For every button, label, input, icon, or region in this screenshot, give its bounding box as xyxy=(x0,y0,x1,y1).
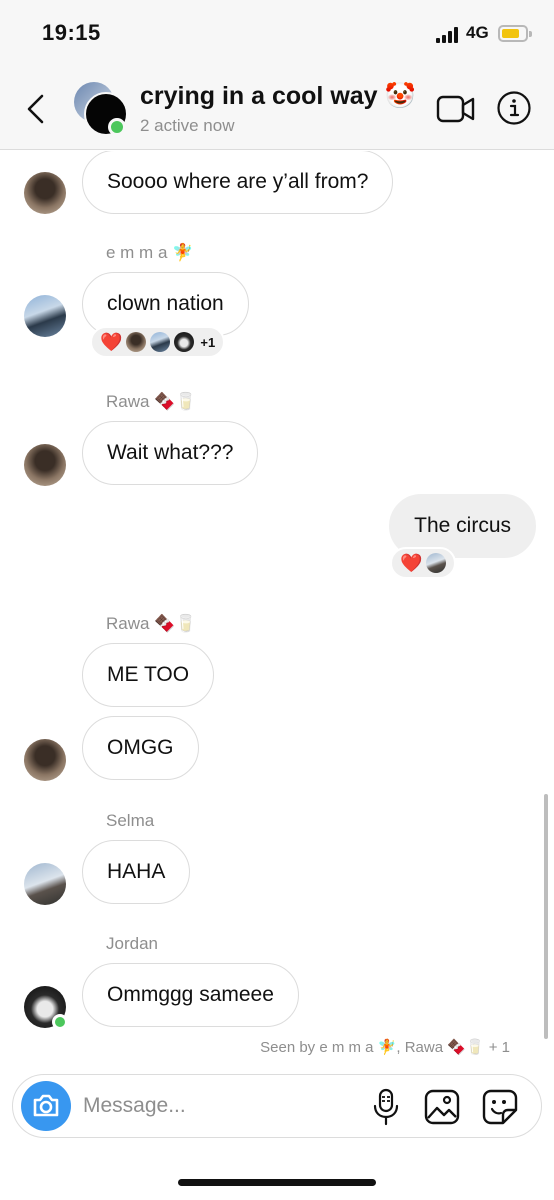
message-bubble[interactable]: Ommggg sameee xyxy=(82,963,299,1027)
info-button[interactable] xyxy=(496,90,532,126)
avatar[interactable] xyxy=(24,172,66,214)
gallery-icon xyxy=(424,1089,460,1125)
online-indicator xyxy=(52,1014,68,1030)
status-time: 19:15 xyxy=(42,20,101,45)
gallery-button[interactable] xyxy=(423,1088,461,1126)
reaction-count: +1 xyxy=(200,334,216,350)
sender-name: Jordan xyxy=(106,934,158,953)
status-bar: 19:15 4G xyxy=(0,0,554,70)
message-input[interactable] xyxy=(83,1089,353,1123)
info-icon xyxy=(497,91,531,125)
message-bubble[interactable]: ME TOO xyxy=(82,643,215,707)
video-call-icon xyxy=(436,95,475,123)
avatar xyxy=(174,332,195,352)
heart-reaction-icon: ❤️ xyxy=(100,332,123,352)
sender-name: Selma xyxy=(106,811,155,830)
online-indicator xyxy=(108,118,126,136)
microphone-button[interactable] xyxy=(371,1088,401,1126)
message-list[interactable]: Soooo where are y’all from? e m m a 🧚 cl… xyxy=(0,151,554,1060)
avatar[interactable] xyxy=(24,444,66,486)
avatar[interactable] xyxy=(24,863,66,905)
avatar xyxy=(126,332,147,352)
avatar xyxy=(426,553,447,573)
chat-header: crying in a cool way 🤡 2 active now xyxy=(0,70,554,150)
scrollbar[interactable] xyxy=(544,794,548,1039)
cellular-signal-icon xyxy=(436,27,458,43)
sender-name: e m m a 🧚 xyxy=(106,243,194,262)
network-type: 4G xyxy=(466,23,489,42)
seen-by-receipt: Seen by e m m a 🧚, Rawa 🍫🥛 + 1 xyxy=(260,1039,510,1056)
sticker-icon xyxy=(482,1089,518,1125)
chat-title[interactable]: crying in a cool way 🤡 xyxy=(140,82,416,111)
message-composer xyxy=(12,1074,542,1138)
avatar[interactable] xyxy=(24,739,66,781)
microphone-icon xyxy=(373,1088,399,1126)
reactions-pill[interactable]: ❤️ +1 xyxy=(90,326,226,358)
message-bubble[interactable]: HAHA xyxy=(82,840,191,904)
camera-icon xyxy=(33,1094,59,1117)
back-button[interactable] xyxy=(22,92,52,126)
group-avatar[interactable] xyxy=(74,82,130,138)
message-bubble[interactable]: Soooo where are y’all from? xyxy=(82,151,394,214)
video-call-button[interactable] xyxy=(436,92,476,126)
heart-reaction-icon: ❤️ xyxy=(400,553,423,573)
message-bubble[interactable]: OMGG xyxy=(82,716,199,780)
back-arrow-icon xyxy=(27,94,44,124)
message-bubble[interactable]: Wait what??? xyxy=(82,421,259,485)
sender-name: Rawa 🍫🥛 xyxy=(106,614,197,633)
battery-icon xyxy=(498,25,532,42)
reactions-pill[interactable]: ❤️ xyxy=(390,547,457,579)
avatar[interactable] xyxy=(24,986,68,1030)
camera-button[interactable] xyxy=(21,1081,71,1131)
active-status: 2 active now xyxy=(140,116,235,135)
sender-name: Rawa 🍫🥛 xyxy=(106,392,197,411)
avatar[interactable] xyxy=(24,295,66,337)
sticker-button[interactable] xyxy=(481,1088,519,1126)
avatar xyxy=(150,332,171,352)
home-indicator[interactable] xyxy=(178,1179,376,1186)
